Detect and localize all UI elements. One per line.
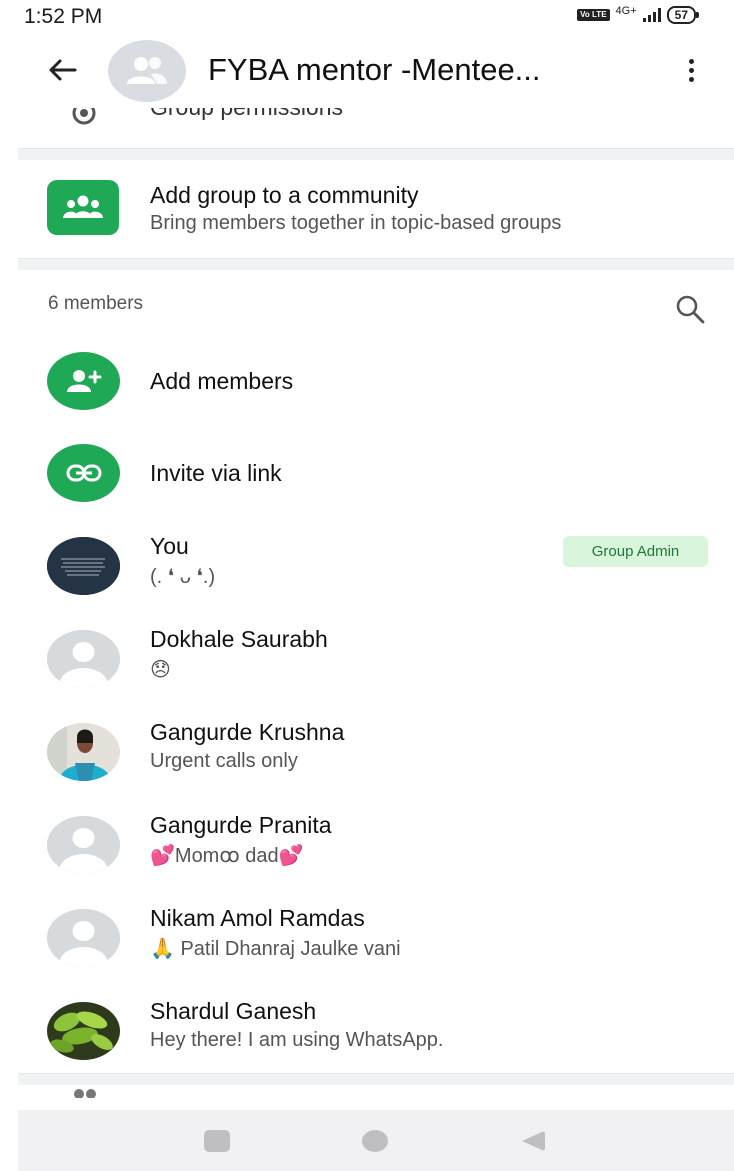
back-button[interactable] (44, 52, 80, 88)
member-name: Gangurde Krushna (150, 719, 345, 745)
invite-link-row[interactable]: Invite via link (0, 434, 734, 516)
group-avatar[interactable] (108, 40, 186, 102)
add-members-label: Add members (150, 368, 294, 394)
member-name: You (150, 533, 189, 559)
partial-row-icon (70, 1084, 100, 1103)
members-count: 6 members (48, 293, 144, 314)
status-bar: 1:52 PM Vo LTE 4G+ 57 (0, 0, 734, 36)
invite-link-label: Invite via link (150, 460, 282, 486)
network-type: 4G+ (615, 5, 637, 17)
default-avatar (47, 816, 120, 874)
community-subtitle: Bring members together in topic-based gr… (150, 212, 562, 234)
home-button[interactable] (362, 1130, 388, 1152)
dark-quote-avatar (47, 537, 120, 595)
member-status: 🙏 Patil Dhanraj Jaulke vani (150, 938, 401, 960)
battery-level: 57 (674, 8, 688, 22)
recent-apps-button[interactable] (204, 1130, 230, 1152)
signal-icon (642, 8, 661, 22)
system-nav-bar (18, 1110, 734, 1171)
community-title: Add group to a community (150, 182, 419, 208)
member-status: Urgent calls only (150, 750, 298, 772)
group-title[interactable]: FYBA mentor -Mentee... (208, 52, 541, 88)
link-icon (47, 444, 120, 502)
status-time: 1:52 PM (24, 5, 103, 28)
member-status: 😞 (150, 659, 171, 681)
member-name: Nikam Amol Ramdas (150, 905, 365, 931)
member-name: Gangurde Pranita (150, 812, 332, 838)
more-vertical-icon (688, 58, 694, 64)
section-divider (18, 148, 734, 160)
back-nav-button[interactable] (518, 1130, 546, 1152)
add-person-icon (47, 352, 120, 410)
member-row-dokhale-saurabh[interactable]: Dokhale Saurabh 😞 (0, 620, 734, 706)
member-status: 💕Momꝏ dad💕 (150, 845, 304, 867)
battery-icon: 57 (666, 6, 700, 24)
volte-badge: Vo LTE (577, 9, 610, 21)
group-admin-badge: Group Admin (563, 536, 708, 567)
add-to-community-row[interactable]: Add group to a community Bring members t… (0, 162, 734, 258)
section-divider (18, 258, 734, 270)
group-icon (127, 57, 167, 84)
member-row-nikam-amol-ramdas[interactable]: Nikam Amol Ramdas 🙏 Patil Dhanraj Jaulke… (0, 899, 734, 985)
status-icons: Vo LTE 4G+ 57 (577, 5, 700, 24)
member-name: Shardul Ganesh (150, 998, 317, 1024)
search-members-button[interactable] (672, 291, 708, 327)
photo-avatar-woman (47, 723, 120, 781)
arrow-left-icon (49, 59, 77, 81)
triangle-back-icon (522, 1131, 545, 1151)
add-members-row[interactable]: Add members (0, 342, 734, 424)
member-row-gangurde-pranita[interactable]: Gangurde Pranita 💕Momꝏ dad💕 (0, 806, 734, 892)
search-icon (676, 295, 705, 324)
default-avatar (47, 630, 120, 688)
default-avatar (47, 909, 120, 967)
member-status: Hey there! I am using WhatsApp. (150, 1029, 444, 1051)
section-divider (18, 1073, 734, 1085)
member-name: Dokhale Saurabh (150, 626, 328, 652)
member-row-gangurde-krushna[interactable]: Gangurde Krushna Urgent calls only (0, 713, 734, 799)
community-icon (47, 180, 119, 235)
photo-avatar-plant (47, 1002, 120, 1060)
app-bar: FYBA mentor -Mentee... (0, 36, 734, 108)
more-options-button[interactable] (676, 52, 706, 88)
member-row-shardul-ganesh[interactable]: Shardul Ganesh Hey there! I am using Wha… (0, 992, 734, 1078)
member-status: (. ❛ ᴗ ❛.) (150, 566, 216, 588)
